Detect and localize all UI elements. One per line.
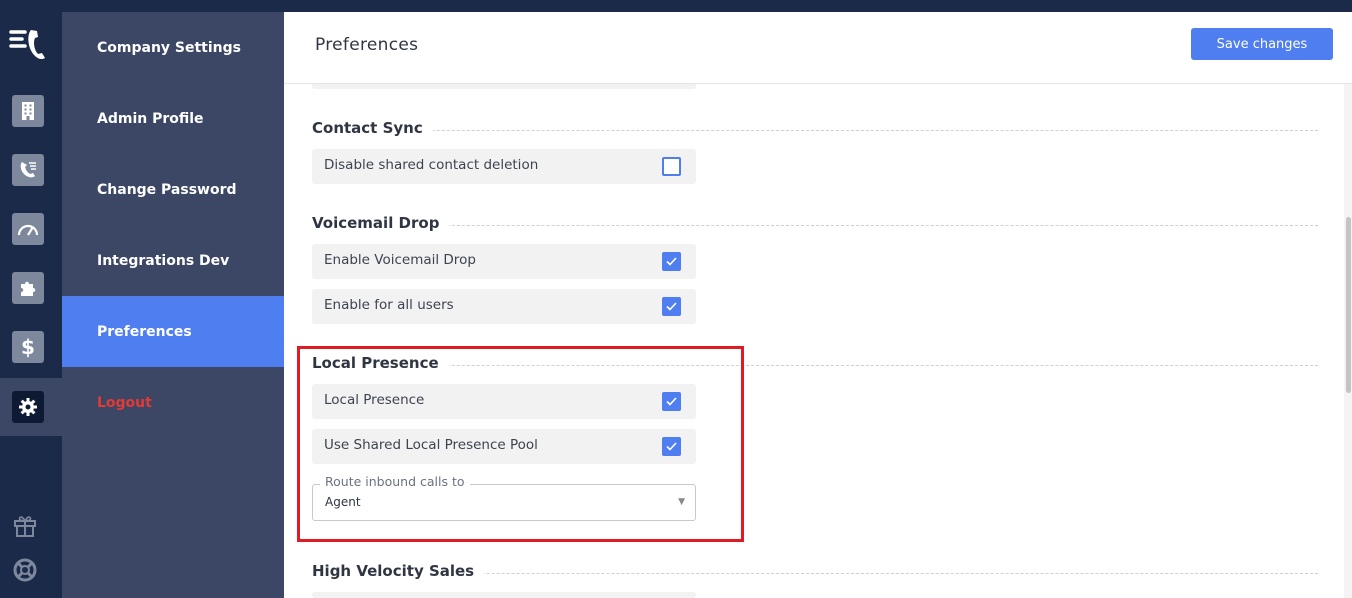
row-disable-shared-contact-deletion[interactable]: Disable shared contact deletion — [312, 149, 696, 184]
page-title: Preferences — [315, 35, 419, 55]
row-enable-voicemail-drop[interactable]: Enable Voicemail Drop — [312, 244, 696, 279]
puzzle-icon[interactable] — [12, 272, 44, 304]
checkbox-disable-shared-contact-deletion[interactable] — [662, 157, 681, 176]
section-title-high-velocity-sales: High Velocity Sales — [312, 562, 485, 580]
checkbox-enable-for-all-users[interactable] — [662, 297, 681, 316]
row-label: Enable for all users — [324, 297, 454, 313]
speedometer-icon[interactable] — [12, 213, 44, 245]
nav-item-company-settings[interactable]: Company Settings — [62, 12, 284, 83]
row-next-stub — [312, 592, 696, 598]
building-icon[interactable] — [12, 95, 44, 127]
nav-item-integrations-dev[interactable]: Integrations Dev — [62, 225, 284, 296]
main-panel: Preferences Save changes Contact Sync Di… — [284, 12, 1352, 598]
row-label: Enable Voicemail Drop — [324, 252, 476, 268]
highlight-box — [297, 346, 744, 542]
nav-item-admin-profile[interactable]: Admin Profile — [62, 83, 284, 154]
nav-item-change-password[interactable]: Change Password — [62, 154, 284, 225]
scrollbar-thumb[interactable] — [1346, 217, 1351, 393]
check-icon — [666, 257, 677, 266]
gift-icon[interactable] — [11, 511, 39, 539]
section-title-contact-sync: Contact Sync — [312, 119, 433, 137]
lifebuoy-icon[interactable] — [11, 556, 39, 584]
dollar-icon[interactable]: $ — [12, 331, 44, 363]
page-header: Preferences Save changes — [284, 12, 1352, 84]
save-changes-button[interactable]: Save changes — [1191, 28, 1333, 60]
section-divider — [312, 225, 1318, 226]
row-enable-for-all-users[interactable]: Enable for all users — [312, 289, 696, 324]
nav-item-preferences[interactable]: Preferences — [62, 296, 284, 367]
checkbox-enable-voicemail-drop[interactable] — [662, 252, 681, 271]
check-icon — [666, 302, 677, 311]
gear-icon[interactable] — [12, 391, 44, 423]
section-title-voicemail-drop: Voicemail Drop — [312, 214, 450, 232]
icon-rail: $ — [0, 0, 62, 598]
previous-row-stub — [312, 84, 696, 89]
settings-nav: Company Settings Admin Profile Change Pa… — [62, 12, 284, 598]
nav-item-logout[interactable]: Logout — [62, 367, 284, 438]
row-label: Disable shared contact deletion — [324, 157, 539, 173]
top-bar — [0, 0, 1352, 12]
section-divider — [312, 130, 1318, 131]
phone-list-icon[interactable] — [12, 154, 44, 186]
logo-icon[interactable] — [9, 28, 49, 62]
